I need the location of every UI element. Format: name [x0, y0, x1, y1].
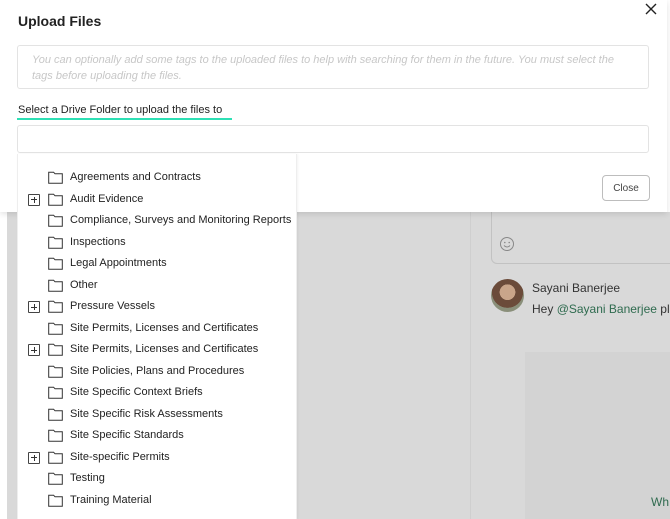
folder-label: Inspections — [70, 235, 126, 248]
folder-label: Site Policies, Plans and Procedures — [70, 364, 245, 377]
background-panel — [525, 352, 670, 519]
folder-icon — [48, 257, 63, 270]
folder-label: Pressure Vessels — [70, 300, 155, 312]
folder-icon — [48, 300, 63, 313]
folder-icon — [48, 451, 63, 464]
folder-tree-item[interactable]: Training Material — [18, 491, 298, 511]
folder-tree-item[interactable]: Site Permits, Licenses and Certificates — [18, 340, 298, 360]
folder-icon — [48, 365, 63, 378]
folder-tree-item[interactable]: Other — [18, 276, 298, 296]
folder-tree-item[interactable]: Inspections — [18, 233, 298, 253]
folder-tree-item[interactable]: Legal Appointments — [18, 254, 298, 274]
folder-icon — [48, 343, 63, 356]
expand-plus-icon[interactable] — [28, 451, 40, 464]
avatar — [491, 279, 524, 312]
folder-tree-item[interactable]: Site Specific Context Briefs — [18, 383, 298, 403]
folder-tree-item[interactable]: Site Permits, Licenses and Certificates — [18, 319, 298, 339]
expand-plus-icon[interactable] — [28, 193, 40, 206]
folder-icon — [48, 279, 63, 292]
folder-tree-item[interactable]: Compliance, Surveys and Monitoring Repor… — [18, 211, 298, 231]
close-button[interactable]: Close — [602, 175, 650, 201]
folder-tree-item[interactable]: Testing — [18, 469, 298, 489]
folder-label-underline — [17, 118, 232, 120]
folder-icon — [48, 171, 63, 184]
folder-icon — [48, 472, 63, 485]
folder-icon — [48, 386, 63, 399]
folder-label: Site Specific Risk Assessments — [70, 407, 223, 420]
folder-icon — [48, 214, 63, 227]
folder-icon — [48, 322, 63, 335]
background-partial-text: Wh — [651, 495, 669, 509]
folder-tree-item[interactable]: Site Specific Risk Assessments — [18, 405, 298, 425]
folder-icon — [48, 408, 63, 421]
folder-label: Compliance, Surveys and Monitoring Repor… — [70, 214, 292, 226]
tags-input[interactable]: You can optionally add some tags to the … — [17, 45, 649, 89]
expand-plus-icon[interactable] — [28, 344, 40, 356]
folder-tree-item[interactable]: Agreements and Contracts — [18, 168, 298, 188]
folder-label: Training Material — [70, 493, 152, 506]
folder-label: Site Specific Context Briefs — [70, 386, 203, 398]
folder-icon — [48, 429, 63, 442]
folder-label: Site Specific Standards — [70, 429, 184, 441]
emoji-icon[interactable] — [499, 236, 515, 252]
folder-label: Audit Evidence — [70, 192, 144, 205]
folder-tree-item[interactable]: Site-specific Permits — [18, 448, 298, 468]
folder-label: Site Permits, Licenses and Certificates — [70, 343, 259, 355]
folder-tree-dropdown: Agreements and Contracts Audit Evidence Co… — [17, 154, 297, 519]
folder-label: Other — [70, 278, 98, 291]
comment-message: Hey @Sayani Banerjee pleas — [532, 302, 670, 316]
folder-icon — [48, 494, 63, 507]
commenter-name: Sayani Banerjee — [532, 281, 621, 295]
folder-tree-item[interactable]: Site Policies, Plans and Procedures — [18, 362, 298, 382]
modal-title: Upload Files — [18, 13, 102, 29]
folder-tree-item[interactable]: Audit Evidence — [18, 190, 298, 210]
background-divider — [470, 212, 471, 519]
expand-plus-icon[interactable] — [28, 301, 40, 313]
background-left-edge — [0, 212, 7, 519]
folder-tree-item[interactable]: Pressure Vessels — [18, 297, 298, 317]
comment-input-box[interactable] — [491, 212, 670, 264]
folder-label: Site Permits, Licenses and Certificates — [70, 321, 259, 334]
close-icon[interactable] — [643, 1, 659, 17]
folder-select-label: Select a Drive Folder to upload the file… — [18, 104, 223, 116]
folder-label: Site-specific Permits — [70, 450, 170, 463]
folder-select-input[interactable] — [17, 125, 649, 153]
mention-link[interactable]: @Sayani Banerjee — [557, 302, 657, 316]
folder-label: Agreements and Contracts — [70, 171, 201, 183]
folder-icon — [48, 236, 63, 249]
folder-label: Testing — [70, 472, 105, 484]
folder-label: Legal Appointments — [70, 257, 167, 269]
folder-tree-item[interactable]: Site Specific Standards — [18, 426, 298, 446]
folder-icon — [48, 193, 63, 206]
